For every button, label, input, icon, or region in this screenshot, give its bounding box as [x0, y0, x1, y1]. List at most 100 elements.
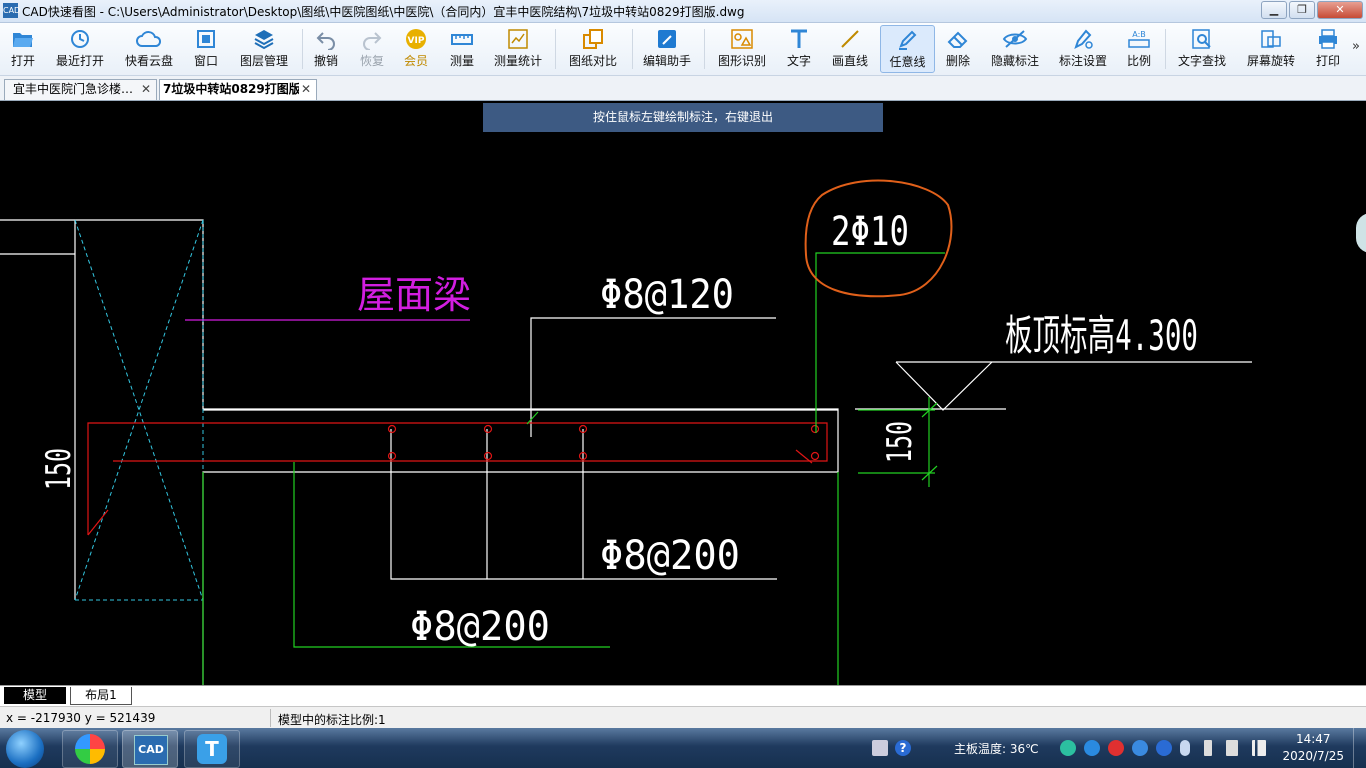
annotation-settings-label: 标注设置 — [1058, 54, 1107, 68]
cursor-coordinates: x = -217930 y = 521439 — [6, 711, 156, 725]
shape-recognize-button[interactable]: 图形识别 — [711, 25, 773, 73]
tray-app-icon[interactable] — [1060, 740, 1076, 756]
hide-annotation-button[interactable]: 隐藏标注 — [986, 25, 1044, 73]
tab-hospital-drawing[interactable]: 宜丰中医院门急诊楼… ✕ — [4, 79, 157, 100]
scale-button[interactable]: A:B 比例 — [1121, 25, 1157, 73]
bluetooth-icon[interactable] — [1180, 740, 1190, 756]
windows-taskbar: CAD T ? 主板温度: 36℃ 14:47 2020/7/25 — [0, 728, 1366, 768]
eraser-icon — [947, 31, 968, 48]
redo-label: 恢复 — [359, 54, 384, 68]
undo-button[interactable]: 撤销 — [308, 25, 344, 73]
annotation-settings-button[interactable]: 标注设置 — [1053, 25, 1113, 73]
maximize-icon: ❐ — [1297, 3, 1307, 16]
battery-icon[interactable] — [1204, 740, 1212, 756]
scale-icon: A:B — [1128, 30, 1150, 48]
text-button[interactable]: 文字 — [781, 25, 817, 73]
maximize-button[interactable]: ❐ — [1289, 1, 1315, 19]
cloud-drive-button[interactable]: 快看云盘 — [118, 25, 180, 73]
delete-label: 删除 — [945, 54, 970, 68]
recent-clock-icon — [71, 30, 89, 48]
rebar-lines — [87, 422, 828, 536]
volume-icon[interactable] — [1226, 740, 1238, 756]
cloud-drive-label: 快看云盘 — [124, 54, 173, 68]
settings-gear-icon[interactable] — [1084, 740, 1100, 756]
browser-taskbar-button[interactable] — [62, 730, 118, 768]
layer-manager-button[interactable]: 图层管理 — [233, 25, 295, 73]
t-app-taskbar-button[interactable]: T — [184, 730, 240, 768]
close-button[interactable]: ✕ — [1317, 1, 1363, 19]
board-temperature: 主板温度: 36℃ — [954, 742, 1039, 756]
main-toolbar: 打开 最近打开 快看云盘 窗口 图层管理 撤销 恢复 VIP 会员 测量 测量统… — [0, 23, 1366, 76]
help-icon[interactable]: ? — [895, 740, 911, 756]
cloud-icon — [136, 31, 162, 47]
text-search-button[interactable]: 文字查找 — [1172, 25, 1232, 73]
tab-label: 7垃圾中转站0829打图版 — [163, 82, 301, 96]
draw-line-button[interactable]: 画直线 — [826, 25, 874, 73]
tray-expand-icon[interactable] — [918, 740, 926, 756]
cad-app-logo-icon: CAD — [3, 3, 20, 18]
windows-start-icon[interactable] — [6, 730, 44, 768]
layout-tabs: 模型 布局1 — [0, 685, 1366, 706]
close-icon: ✕ — [1335, 3, 1345, 16]
system-tray: ? 主板温度: 36℃ — [872, 728, 1292, 768]
toolbar-overflow-button[interactable]: » — [1352, 39, 1360, 54]
tray-g-app-icon[interactable] — [1156, 740, 1172, 756]
measure-stats-label: 测量统计 — [493, 54, 542, 68]
toolbar-separator — [704, 29, 705, 69]
tab-close-icon[interactable]: ✕ — [298, 80, 311, 99]
tab-close-icon[interactable]: ✕ — [141, 80, 151, 99]
network-icon[interactable] — [1252, 740, 1266, 756]
cad-taskbar-button[interactable]: CAD — [122, 730, 178, 768]
window-icon — [197, 30, 215, 48]
toolbar-separator — [632, 29, 633, 69]
redo-button[interactable]: 恢复 — [354, 25, 390, 73]
vip-icon-text: VIP — [408, 36, 425, 46]
freehand-line-label: 任意线 — [889, 55, 926, 69]
show-desktop-button[interactable] — [1353, 728, 1366, 768]
screen-rotate-button[interactable]: 屏幕旋转 — [1241, 25, 1301, 73]
measure-button[interactable]: 测量 — [444, 25, 480, 73]
window-button[interactable]: 窗口 — [186, 25, 226, 73]
tab-garbage-station-drawing[interactable]: 7垃圾中转站0829打图版 ✕ — [159, 79, 317, 100]
pencil-icon — [898, 30, 916, 50]
tab-model[interactable]: 模型 — [4, 687, 66, 704]
title-bar: CAD CAD快速看图 - C:\Users\Administrator\Des… — [0, 0, 1366, 23]
cad-drawing: 屋面梁 Φ8@120 2Φ10 板顶标高4.300 Φ8@200 Φ8@200 … — [0, 179, 1252, 685]
tab-layout1[interactable]: 布局1 — [70, 687, 132, 705]
toolbar-separator — [302, 29, 303, 69]
folder-open-icon — [13, 33, 33, 47]
taskbar-clock[interactable]: 14:47 2020/7/25 — [1282, 731, 1344, 765]
document-tab-bar: 宜丰中医院门急诊楼… ✕ 7垃圾中转站0829打图版 ✕ — [0, 76, 1366, 101]
edit-assistant-label: 编辑助手 — [642, 54, 691, 68]
freehand-line-button[interactable]: 任意线 — [880, 25, 935, 73]
hide-annotation-label: 隐藏标注 — [990, 54, 1039, 68]
open-button[interactable]: 打开 — [0, 25, 46, 73]
delete-button[interactable]: 删除 — [940, 25, 976, 73]
minimize-button[interactable]: ▁ — [1261, 1, 1287, 19]
screen-rotate-icon — [1261, 30, 1281, 48]
measure-stats-button[interactable]: 测量统计 — [490, 25, 546, 73]
layers-icon — [254, 30, 274, 50]
ruler-icon — [451, 34, 473, 45]
compare-label: 图纸对比 — [568, 54, 617, 68]
compare-button[interactable]: 图纸对比 — [562, 25, 624, 73]
shape-recognize-label: 图形识别 — [717, 54, 766, 68]
scale-label: 比例 — [1126, 54, 1151, 68]
edit-assistant-button[interactable]: 编辑助手 — [638, 25, 696, 73]
status-divider — [270, 709, 271, 727]
drawing-canvas[interactable]: 屋面梁 Φ8@120 2Φ10 板顶标高4.300 Φ8@200 Φ8@200 … — [0, 101, 1366, 685]
vip-button[interactable]: VIP 会员 — [398, 25, 434, 73]
text-t-icon — [791, 29, 807, 48]
text-label: 文字 — [786, 54, 811, 68]
recent-open-button[interactable]: 最近打开 — [50, 25, 110, 73]
cad-edit-icon — [658, 30, 676, 48]
stirrup-200-right-label: Φ8@200 — [600, 533, 740, 579]
keyboard-icon[interactable] — [872, 740, 888, 756]
tray-blue-app-icon[interactable] — [1132, 740, 1148, 756]
layer-manager-label: 图层管理 — [239, 54, 288, 68]
vip-label: 会员 — [403, 54, 428, 68]
tray-red-app-icon[interactable] — [1108, 740, 1124, 756]
annotation-scale-text: 模型中的标注比例:1 — [278, 713, 386, 727]
stirrup-120-label: Φ8@120 — [600, 272, 734, 318]
print-button[interactable]: 打印 — [1310, 25, 1346, 73]
